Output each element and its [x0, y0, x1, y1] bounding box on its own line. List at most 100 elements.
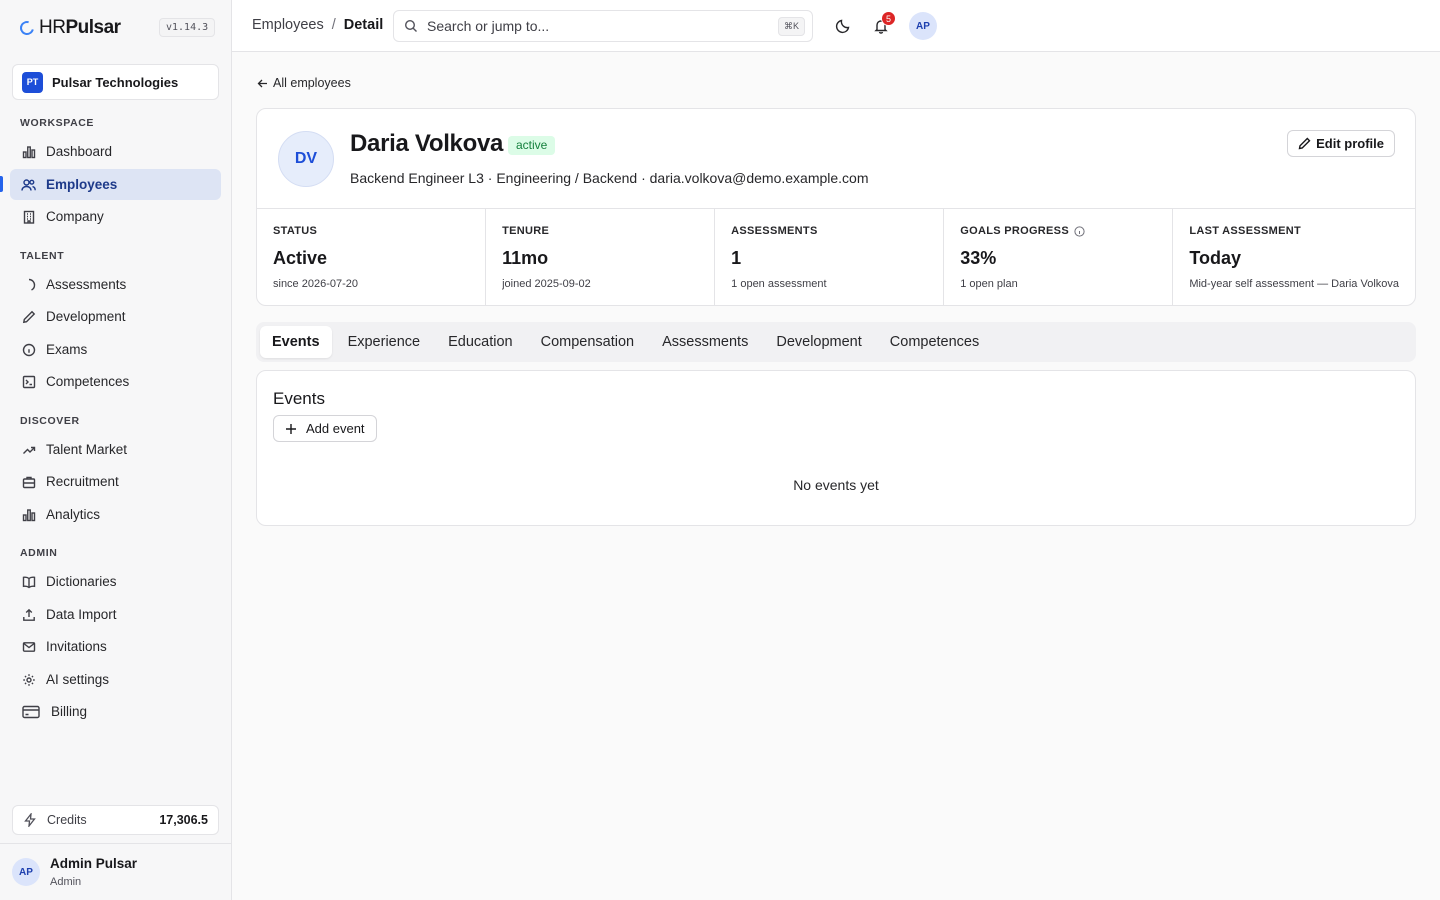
bar-chart-icon: [21, 507, 36, 522]
sidebar-item-label: Analytics: [46, 507, 101, 522]
stat-sub[interactable]: Mid-year self assessment — Daria Volkova: [1189, 278, 1399, 290]
sidebar-item-assessments[interactable]: Assessments: [10, 269, 221, 300]
stat-label: STATUS: [273, 225, 318, 237]
terminal-square-icon: [21, 374, 36, 389]
add-event-label: Add event: [306, 421, 365, 436]
sidebar-item-data-import[interactable]: Data Import: [10, 599, 221, 630]
credits-value: 17,306.5: [159, 813, 208, 827]
sidebar-item-development[interactable]: Development: [10, 301, 221, 332]
info-circle-icon: [21, 342, 36, 357]
avatar[interactable]: AP: [909, 12, 937, 40]
nav-section-discover: DISCOVER: [20, 415, 80, 427]
sidebar-item-label: Invitations: [46, 639, 107, 654]
sidebar-item-invitations[interactable]: Invitations: [10, 631, 221, 662]
bar-chart-icon: [21, 144, 36, 159]
breadcrumb-separator: /: [331, 17, 336, 33]
employee-meta: Backend Engineer L3 · Engineering / Back…: [350, 170, 869, 186]
org-switcher[interactable]: PT Pulsar Technologies: [12, 64, 219, 100]
tab-education[interactable]: Education: [436, 326, 525, 358]
edit-profile-button[interactable]: Edit profile: [1287, 130, 1395, 157]
building-icon: [21, 209, 36, 224]
notification-badge: 5: [881, 11, 896, 26]
stat-label: ASSESSMENTS: [731, 225, 818, 237]
sidebar-item-employees[interactable]: Employees: [10, 169, 221, 200]
back-link[interactable]: All employees: [257, 76, 351, 90]
sidebar-item-label: AI settings: [46, 672, 110, 687]
stats-row: STATUS Active since 2026-07-20 TENURE 11…: [257, 208, 1415, 305]
tab-assessments[interactable]: Assessments: [650, 326, 760, 358]
stat-value: Active: [273, 248, 328, 268]
status-badge: active: [508, 136, 556, 155]
pencil-icon: [1298, 137, 1311, 150]
divider: [0, 843, 231, 844]
book-open-icon: [21, 574, 36, 589]
stat-sub: 1 open assessment: [731, 278, 827, 290]
sidebar-item-label: Dictionaries: [46, 574, 117, 589]
nav-section-workspace: WORKSPACE: [20, 117, 95, 129]
sidebar-item-label: Recruitment: [46, 474, 119, 489]
users-icon: [21, 177, 36, 192]
sidebar-item-label: Data Import: [46, 607, 117, 622]
nav-section-talent: TALENT: [20, 250, 65, 262]
tab-events[interactable]: Events: [260, 326, 332, 358]
sidebar-item-dashboard[interactable]: Dashboard: [10, 136, 221, 167]
sidebar-item-recruitment[interactable]: Recruitment: [10, 466, 221, 497]
events-panel: Events Add event No events yet: [256, 370, 1416, 526]
breadcrumb-current: Detail: [343, 17, 384, 33]
sidebar-item-talent-market[interactable]: Talent Market: [10, 434, 221, 465]
add-event-button[interactable]: Add event: [273, 415, 377, 442]
loader-icon: [21, 277, 36, 292]
tab-bar: Events Experience Education Compensation…: [256, 322, 1416, 362]
sidebar-item-billing[interactable]: Billing: [10, 696, 221, 727]
sidebar-item-exams[interactable]: Exams: [10, 334, 221, 365]
moon-icon[interactable]: [833, 16, 853, 36]
search-box[interactable]: ⌘K: [393, 10, 813, 42]
stat-status: STATUS Active since 2026-07-20: [257, 209, 487, 305]
sidebar-item-company[interactable]: Company: [10, 201, 221, 232]
lightning-icon: [23, 813, 37, 827]
stat-value: 11mo: [502, 248, 549, 268]
pencil-icon: [21, 309, 36, 324]
stat-sub: 1 open plan: [960, 278, 1018, 290]
stat-label: TENURE: [502, 225, 550, 237]
stat-goals-progress: GOALS PROGRESS 33% 1 open plan: [944, 209, 1174, 305]
gear-icon: [21, 672, 36, 687]
user-name[interactable]: Admin Pulsar: [50, 856, 137, 871]
trending-up-icon: [21, 442, 36, 457]
sidebar-item-dictionaries[interactable]: Dictionaries: [10, 566, 221, 597]
info-circle-icon[interactable]: [1074, 225, 1085, 237]
sidebar-item-analytics[interactable]: Analytics: [10, 499, 221, 530]
user-role: Admin: [50, 876, 82, 888]
stat-value: 33%: [960, 248, 997, 268]
tab-experience[interactable]: Experience: [336, 326, 433, 358]
sidebar-item-ai-settings[interactable]: AI settings: [10, 664, 221, 695]
stat-label: GOALS PROGRESS: [960, 225, 1069, 237]
credits-widget[interactable]: Credits 17,306.5: [12, 805, 219, 835]
breadcrumb: Employees / Detail: [252, 17, 383, 33]
sidebar: HRPulsar v1.14.3 PT Pulsar Technologies …: [0, 0, 232, 900]
breadcrumb-employees[interactable]: Employees: [252, 17, 324, 33]
version-badge: v1.14.3: [159, 18, 216, 37]
tab-development[interactable]: Development: [764, 326, 873, 358]
tab-compensation[interactable]: Compensation: [529, 326, 647, 358]
empty-state: No events yet: [793, 477, 879, 493]
credits-label: Credits: [47, 813, 87, 827]
tab-competences[interactable]: Competences: [878, 326, 991, 358]
sidebar-item-competences[interactable]: Competences: [10, 366, 221, 397]
briefcase-icon: [21, 474, 36, 489]
avatar[interactable]: AP: [12, 858, 40, 886]
search-input[interactable]: [427, 18, 767, 34]
pulse-logo-icon: [17, 18, 37, 38]
stat-sub: joined 2025-09-02: [502, 278, 591, 290]
mail-icon: [21, 639, 36, 654]
sidebar-item-label: Dashboard: [46, 144, 113, 159]
brand-pulsar: Pulsar: [65, 17, 121, 38]
nav-section-admin: ADMIN: [20, 547, 58, 559]
sidebar-item-label: Assessments: [46, 277, 127, 292]
sidebar-item-label: Talent Market: [46, 442, 128, 457]
arrow-left-icon: [257, 78, 268, 89]
plus-icon: [285, 423, 297, 435]
sidebar-item-label: Billing: [51, 704, 88, 719]
stat-last-assessment: LAST ASSESSMENT Today Mid-year self asse…: [1173, 209, 1415, 305]
brand-logo[interactable]: HRPulsar: [17, 17, 121, 39]
